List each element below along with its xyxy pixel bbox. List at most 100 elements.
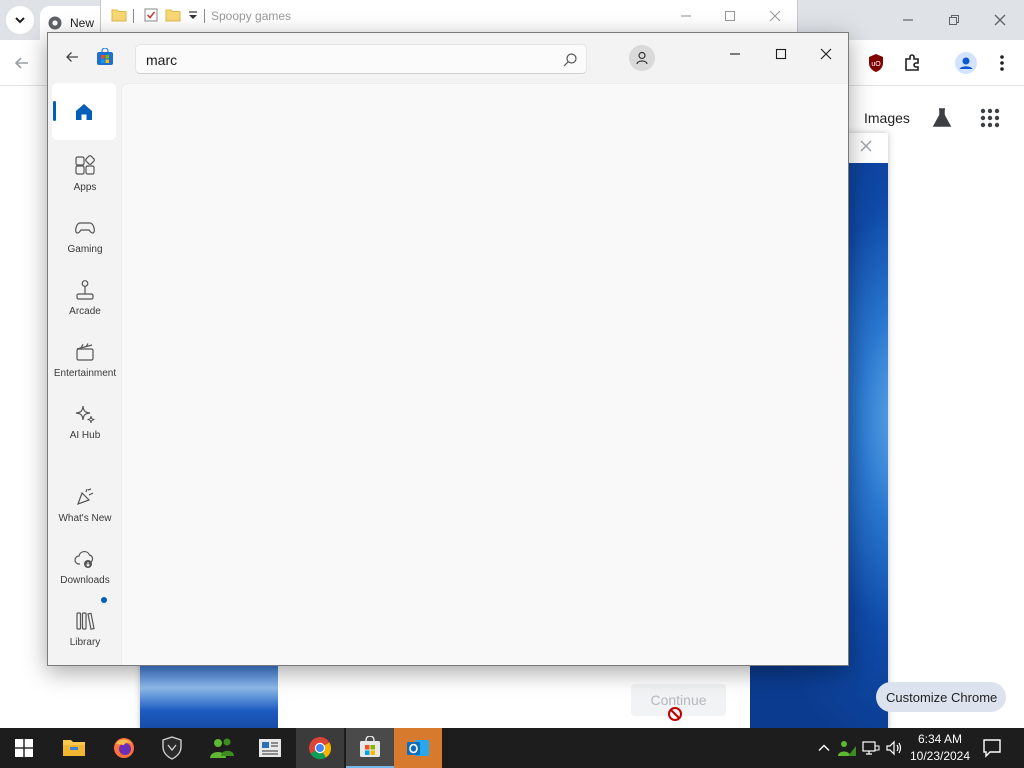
apps-grid-icon — [980, 108, 1000, 128]
nav-item-whats-new[interactable]: What's New — [52, 482, 118, 540]
taskbar-file-explorer[interactable] — [50, 728, 98, 768]
nav-item-gaming[interactable]: Gaming — [52, 213, 118, 271]
nav-label: AI Hub — [69, 430, 101, 441]
megaphone-icon — [74, 486, 96, 508]
close-icon — [860, 140, 872, 152]
maximize-icon — [775, 48, 787, 60]
file-explorer-window: Spoopy games — [100, 0, 798, 33]
tray-network-button[interactable] — [861, 738, 881, 758]
tray-volume-button[interactable] — [884, 738, 904, 758]
nav-item-downloads[interactable]: Downloads — [52, 544, 118, 602]
nav-item-home[interactable] — [52, 83, 116, 140]
people-icon — [210, 738, 234, 758]
divider — [204, 9, 205, 23]
taskbar-firefox[interactable] — [100, 728, 148, 768]
nav-item-arcade[interactable]: Arcade — [52, 275, 118, 333]
back-arrow-icon — [66, 52, 78, 62]
nav-label: Downloads — [60, 575, 110, 586]
folder-icon — [63, 740, 85, 756]
taskbar-news-app[interactable] — [246, 728, 294, 768]
explorer-close-button[interactable] — [764, 6, 786, 26]
store-search-box[interactable] — [135, 44, 587, 74]
outlook-icon — [407, 740, 429, 756]
firefox-icon — [114, 738, 134, 758]
chrome-back-button[interactable] — [10, 52, 34, 74]
minimize-icon — [681, 15, 691, 17]
windows-taskbar: 6:34 AM 10/23/2024 — [0, 728, 1024, 768]
profile-avatar-icon — [955, 52, 977, 74]
explorer-minimize-button[interactable] — [675, 6, 697, 26]
chrome-minimize-button[interactable] — [896, 8, 920, 32]
chrome-menu-button[interactable] — [989, 50, 1015, 76]
chrome-close-button[interactable] — [988, 8, 1012, 32]
search-labs-button[interactable] — [930, 106, 954, 130]
ublock-extension-button[interactable]: uO — [863, 50, 889, 76]
google-apps-button[interactable] — [978, 106, 1002, 130]
speaker-icon — [886, 740, 902, 756]
store-maximize-button[interactable] — [758, 39, 804, 69]
store-search-input[interactable] — [146, 51, 546, 69]
people-icon — [838, 741, 856, 756]
nav-label: Apps — [73, 182, 97, 193]
taskbar-outlook[interactable] — [394, 728, 442, 768]
taskbar-chrome[interactable] — [296, 728, 344, 768]
folder-icon — [111, 9, 127, 22]
nav-item-ai-hub[interactable]: AI Hub — [52, 399, 118, 457]
nav-label: Gaming — [67, 244, 103, 255]
notification-icon — [983, 739, 1001, 758]
ublock-shield-icon: uO — [869, 54, 883, 72]
shield-icon — [162, 736, 182, 760]
taskbar-microsoft-store[interactable] — [346, 728, 394, 768]
chrome-tab-title: New — [70, 16, 95, 30]
properties-checkbox-icon[interactable] — [143, 7, 159, 23]
chrome-restore-button[interactable] — [942, 8, 966, 32]
extensions-button[interactable] — [899, 50, 925, 76]
tray-people-app[interactable] — [837, 738, 857, 758]
nav-item-library[interactable]: Library — [52, 606, 118, 664]
clock-date: 10/23/2024 — [909, 749, 971, 763]
google-images-link[interactable]: Images — [864, 110, 910, 126]
nav-label: Arcade — [69, 306, 101, 317]
taskbar-shield-app[interactable] — [148, 728, 196, 768]
store-close-button[interactable] — [803, 39, 849, 69]
chrome-tab-search-button[interactable] — [6, 6, 34, 34]
home-icon — [76, 103, 92, 120]
microsoft-store-logo-icon — [97, 48, 113, 65]
search-icon[interactable] — [562, 52, 578, 68]
customize-quick-access-dropdown-icon[interactable] — [185, 7, 201, 23]
promo-close-button[interactable] — [856, 136, 876, 156]
action-center-button[interactable] — [980, 736, 1004, 760]
joystick-icon — [74, 279, 96, 301]
nav-item-entertainment[interactable]: Entertainment — [52, 337, 118, 395]
back-arrow-icon — [14, 57, 28, 69]
maximize-icon — [725, 11, 735, 21]
svg-text:uO: uO — [871, 61, 881, 68]
customize-chrome-button[interactable]: Customize Chrome — [876, 682, 1006, 712]
nav-label: What's New — [58, 513, 112, 524]
sparkle-icon — [74, 403, 96, 425]
store-account-button[interactable] — [629, 45, 655, 71]
store-minimize-button[interactable] — [712, 39, 758, 69]
new-folder-icon[interactable] — [165, 7, 181, 23]
promo-artwork-left — [140, 665, 278, 730]
puzzle-icon — [905, 54, 919, 71]
store-back-button[interactable] — [62, 47, 82, 67]
clapperboard-icon — [74, 341, 96, 363]
chrome-profile-button[interactable] — [953, 50, 979, 76]
apps-icon — [74, 155, 96, 177]
ethernet-icon — [862, 741, 880, 755]
taskbar-people-app[interactable] — [198, 728, 246, 768]
explorer-maximize-button[interactable] — [719, 6, 741, 26]
library-books-icon — [74, 610, 96, 632]
store-content-area — [121, 83, 848, 665]
start-button[interactable] — [0, 728, 48, 768]
store-navigation-rail: Apps Gaming Arcade Entertainment AI Hub — [48, 83, 121, 665]
chrome-icon — [309, 737, 332, 760]
more-vert-icon — [1000, 55, 1004, 71]
tray-overflow-button[interactable] — [814, 738, 834, 758]
microsoft-store-icon — [360, 736, 380, 757]
close-icon — [994, 14, 1006, 26]
nav-item-apps[interactable]: Apps — [52, 151, 118, 209]
gamepad-icon — [74, 217, 96, 239]
taskbar-clock[interactable]: 6:34 AM 10/23/2024 — [902, 731, 978, 765]
